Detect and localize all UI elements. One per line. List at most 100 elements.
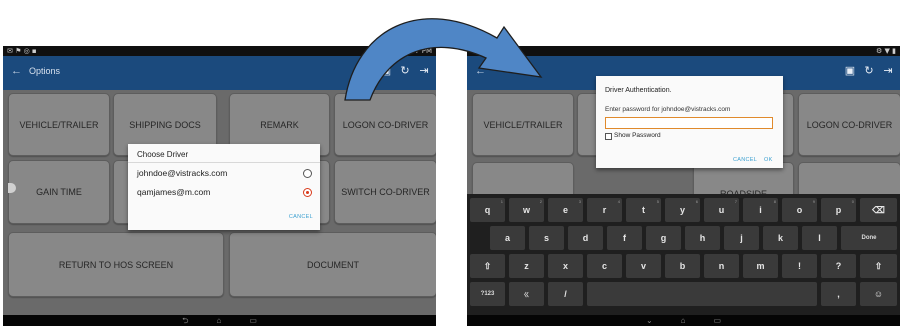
key-j[interactable]: j xyxy=(724,226,759,250)
key-label: j xyxy=(740,233,743,243)
logout-icon[interactable]: ⇥ xyxy=(418,65,430,77)
key-s[interactable]: s xyxy=(529,226,564,250)
key-label: ? xyxy=(835,261,842,271)
vehicle-trailer-button[interactable]: VEHICLE/TRAILER xyxy=(472,93,574,156)
password-input[interactable] xyxy=(605,117,773,129)
key-label: b xyxy=(679,261,686,271)
backspace-key[interactable]: ⌫ xyxy=(860,198,897,222)
logon-co-driver-button[interactable]: LOGON CO-DRIVER xyxy=(334,93,436,156)
driver-option-row[interactable]: qamjames@m.com xyxy=(128,183,320,202)
key-exclamation[interactable]: ! xyxy=(782,254,817,278)
emoji-key[interactable]: ☺ xyxy=(860,282,897,306)
navigation-bar: ⮌ ⌂ ▭ xyxy=(3,315,436,326)
vehicle-trailer-button[interactable]: VEHICLE/TRAILER xyxy=(8,93,110,156)
key-z[interactable]: z xyxy=(509,254,544,278)
key-hint: 1 xyxy=(500,199,503,204)
key-label: v xyxy=(640,261,646,271)
switch-co-driver-button[interactable]: SWITCH CO-DRIVER xyxy=(334,160,436,224)
driver-option-row[interactable]: johndoe@vistracks.com xyxy=(128,164,320,183)
key-label: d xyxy=(582,233,589,243)
key-hint: 8 xyxy=(773,199,776,204)
notification-icons: ✉ ⚑ ◎ ▪ xyxy=(7,47,37,55)
page-title: Options xyxy=(29,66,61,76)
gain-time-button[interactable]: GAIN TIME xyxy=(8,160,110,224)
key-label: c xyxy=(601,261,607,271)
key-h[interactable]: h xyxy=(685,226,720,250)
key-x[interactable]: x xyxy=(548,254,583,278)
key-label: p xyxy=(835,205,842,215)
return-to-hos-button[interactable]: RETURN TO HOS SCREEN xyxy=(8,232,224,297)
key-e[interactable]: e3 xyxy=(548,198,583,222)
key-w[interactable]: w2 xyxy=(509,198,544,222)
spacebar[interactable] xyxy=(587,282,817,306)
key-k[interactable]: k xyxy=(763,226,798,250)
app-bar: ← Options ▣ ↻ ⇥ xyxy=(3,56,436,90)
key-v[interactable]: v xyxy=(626,254,661,278)
status-bar: ✉ ⚑ ⚙ ▼ ▮ xyxy=(467,46,900,56)
key-m[interactable]: m xyxy=(743,254,778,278)
shift-key[interactable]: ⇧ xyxy=(470,254,505,278)
shift-icon: ⇧ xyxy=(483,260,492,271)
cancel-button[interactable]: CANCEL xyxy=(733,157,757,163)
soft-keyboard: q1 w2 e3 r4 t5 y6 u7 i8 o9 p0 ⌫ a s d f … xyxy=(467,194,900,315)
key-label: h xyxy=(699,233,706,243)
key-label: m xyxy=(756,261,765,271)
driver-radio-selected[interactable] xyxy=(303,188,312,197)
key-r[interactable]: r4 xyxy=(587,198,622,222)
cancel-button[interactable]: CANCEL xyxy=(289,214,313,220)
home-icon[interactable]: ⌂ xyxy=(217,316,222,325)
key-l[interactable]: l xyxy=(802,226,837,250)
done-key[interactable]: Done xyxy=(841,226,897,250)
driver-icon[interactable]: ▣ xyxy=(380,65,392,77)
recents-icon[interactable]: ▭ xyxy=(249,316,257,325)
ok-button[interactable]: OK xyxy=(764,157,773,163)
key-hint: 4 xyxy=(617,199,620,204)
key-o[interactable]: o9 xyxy=(782,198,817,222)
key-label: u xyxy=(718,205,725,215)
key-label: a xyxy=(504,233,510,243)
key-a[interactable]: a xyxy=(490,226,525,250)
driver-email: johndoe@vistracks.com xyxy=(137,168,228,178)
key-f[interactable]: f xyxy=(607,226,642,250)
back-icon[interactable]: ⮌ xyxy=(182,316,188,325)
key-q[interactable]: q1 xyxy=(470,198,505,222)
driver-icon[interactable]: ▣ xyxy=(844,65,856,77)
key-g[interactable]: g xyxy=(646,226,681,250)
hide-keyboard-icon[interactable]: ⌄ xyxy=(646,316,653,325)
back-arrow-icon[interactable]: ← xyxy=(475,65,486,77)
key-t[interactable]: t5 xyxy=(626,198,661,222)
symbols-key[interactable]: ?123 xyxy=(470,282,505,306)
key-hint: 5 xyxy=(656,199,659,204)
shift-key-right[interactable]: ⇧ xyxy=(860,254,897,278)
key-slash[interactable]: / xyxy=(548,282,583,306)
logon-co-driver-button[interactable]: LOGON CO-DRIVER xyxy=(798,93,900,156)
key-u[interactable]: u7 xyxy=(704,198,739,222)
voice-key[interactable]: ㄍ xyxy=(509,282,544,306)
home-icon[interactable]: ⌂ xyxy=(681,316,686,325)
navigation-bar: ⌄ ⌂ ▭ xyxy=(467,315,900,326)
key-hint: 3 xyxy=(578,199,581,204)
key-p[interactable]: p0 xyxy=(821,198,856,222)
key-question[interactable]: ? xyxy=(821,254,856,278)
back-arrow-icon[interactable]: ← xyxy=(11,65,22,77)
refresh-icon[interactable]: ↻ xyxy=(863,65,875,77)
key-y[interactable]: y6 xyxy=(665,198,700,222)
refresh-icon[interactable]: ↻ xyxy=(399,65,411,77)
show-password-checkbox[interactable] xyxy=(605,133,612,140)
dialog-title: Driver Authentication. xyxy=(605,87,672,94)
key-hint: 0 xyxy=(851,199,854,204)
key-b[interactable]: b xyxy=(665,254,700,278)
key-i[interactable]: i8 xyxy=(743,198,778,222)
logout-icon[interactable]: ⇥ xyxy=(882,65,894,77)
key-label: f xyxy=(623,233,626,243)
key-n[interactable]: n xyxy=(704,254,739,278)
document-button[interactable]: DOCUMENT xyxy=(229,232,436,297)
status-bar: ✉ ⚑ ◎ ▪ ⚙ ▼ ▮ 1:57 PM xyxy=(3,46,436,56)
key-hint: 6 xyxy=(695,199,698,204)
smiley-icon: ☺ xyxy=(873,289,884,299)
recents-icon[interactable]: ▭ xyxy=(713,316,721,325)
driver-radio[interactable] xyxy=(303,169,312,178)
key-c[interactable]: c xyxy=(587,254,622,278)
key-d[interactable]: d xyxy=(568,226,603,250)
key-label: g xyxy=(660,233,667,243)
